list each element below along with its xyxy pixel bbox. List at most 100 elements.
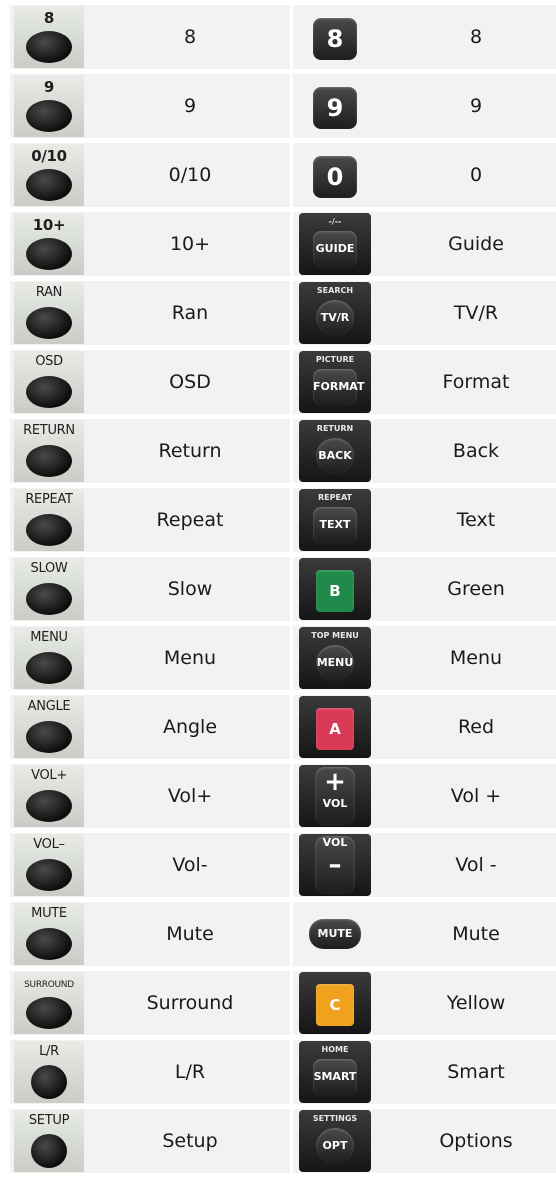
remote-key-icon: B bbox=[316, 570, 354, 612]
right-remote-cell: TOP MENU MENU Menu bbox=[293, 626, 556, 690]
remote-key-icon: SMART bbox=[313, 1059, 357, 1095]
button-mapping-table: 8 8 8 8 9 9 9 9 0/10 0/10 0 0 10+ 10+ -/-- GUIDE Guide RA… bbox=[10, 5, 556, 1178]
right-button-caption: SETTINGS bbox=[312, 1114, 358, 1123]
right-remote-cell: MUTE Mute bbox=[293, 902, 556, 966]
oval-button-icon bbox=[26, 376, 72, 408]
left-button-label: Vol+ bbox=[167, 785, 213, 807]
left-remote-cell: RETURN Return bbox=[10, 419, 290, 483]
right-button-label: Vol + bbox=[450, 785, 502, 807]
oval-button-icon bbox=[31, 1134, 67, 1168]
left-remote-cell: SURROUND Surround bbox=[10, 971, 290, 1035]
left-button-caption: L/R bbox=[39, 1044, 59, 1059]
right-remote-button-image: 9 bbox=[299, 75, 371, 137]
right-button-label: Guide bbox=[448, 233, 504, 255]
left-button-label: Ran bbox=[171, 302, 209, 324]
right-button-label: Options bbox=[439, 1130, 513, 1152]
oval-button-icon bbox=[26, 928, 72, 960]
left-button-caption: RETURN bbox=[23, 423, 75, 438]
left-remote-button-image: 0/10 bbox=[14, 144, 84, 206]
remote-key-icon: A bbox=[316, 708, 354, 750]
right-button-label: Vol - bbox=[455, 854, 497, 876]
left-button-caption: VOL+ bbox=[31, 768, 67, 783]
right-remote-button-image: 8 bbox=[299, 6, 371, 68]
right-button-label: Text bbox=[456, 509, 496, 531]
left-remote-button-image: 9 bbox=[14, 75, 84, 137]
left-remote-button-image: 10+ bbox=[14, 213, 84, 275]
left-remote-cell: SETUP Setup bbox=[10, 1109, 290, 1173]
right-remote-button-image: 0 bbox=[299, 144, 371, 206]
left-remote-cell: VOL– Vol- bbox=[10, 833, 290, 897]
left-button-label: Angle bbox=[162, 716, 218, 738]
remote-key-icon: VOL – bbox=[315, 836, 355, 894]
remote-key-icon: 9 bbox=[313, 87, 357, 129]
left-button-caption: MENU bbox=[30, 630, 68, 645]
remote-key-icon: + VOL bbox=[315, 767, 355, 825]
left-remote-button-image: VOL– bbox=[14, 834, 84, 896]
oval-button-icon bbox=[31, 1065, 67, 1099]
left-remote-cell: 10+ 10+ bbox=[10, 212, 290, 276]
right-remote-cell: SEARCH TV/R TV/R bbox=[293, 281, 556, 345]
right-remote-cell: 99 bbox=[293, 74, 556, 138]
vol-sign: – bbox=[328, 850, 342, 880]
left-button-caption: ANGLE bbox=[27, 699, 71, 714]
left-button-caption: SURROUND bbox=[24, 980, 74, 990]
right-remote-button-image: PICTURE FORMAT bbox=[299, 351, 371, 413]
left-button-caption: SETUP bbox=[28, 1113, 70, 1128]
oval-button-icon bbox=[26, 31, 72, 63]
right-button-label: Back bbox=[452, 440, 500, 462]
oval-button-icon bbox=[26, 169, 72, 201]
right-remote-button-image: MUTE bbox=[299, 903, 371, 965]
left-remote-cell: 0/10 0/10 bbox=[10, 143, 290, 207]
right-remote-button-image: -/-- GUIDE bbox=[299, 213, 371, 275]
left-button-label: Setup bbox=[162, 1130, 218, 1152]
oval-button-icon bbox=[26, 583, 72, 615]
right-remote-cell: REPEAT TEXT Text bbox=[293, 488, 556, 552]
oval-button-icon bbox=[26, 445, 72, 477]
left-button-caption: MUTE bbox=[31, 906, 67, 921]
right-remote-button-image: HOME SMART bbox=[299, 1041, 371, 1103]
oval-button-icon bbox=[26, 997, 72, 1029]
remote-key-icon: TEXT bbox=[313, 507, 357, 543]
right-remote-button-image: SEARCH TV/R bbox=[299, 282, 371, 344]
left-remote-button-image: REPEAT bbox=[14, 489, 84, 551]
left-remote-cell: OSD OSD bbox=[10, 350, 290, 414]
left-button-label: 0/10 bbox=[168, 164, 212, 186]
oval-button-icon bbox=[26, 238, 72, 270]
left-remote-button-image: VOL+ bbox=[14, 765, 84, 827]
remote-key-icon: MUTE bbox=[309, 919, 361, 949]
oval-button-icon bbox=[26, 307, 72, 339]
oval-button-icon bbox=[26, 514, 72, 546]
right-remote-button-image: C bbox=[299, 972, 371, 1034]
left-button-label: Mute bbox=[166, 923, 214, 945]
left-button-caption: RAN bbox=[35, 285, 63, 300]
right-button-label: Menu bbox=[449, 647, 503, 669]
left-remote-button-image: ANGLE bbox=[14, 696, 84, 758]
right-button-caption: RETURN bbox=[316, 424, 354, 433]
right-button-caption: HOME bbox=[321, 1045, 349, 1054]
right-remote-button-image: SETTINGS OPT bbox=[299, 1110, 371, 1172]
oval-button-icon bbox=[26, 721, 72, 753]
left-remote-cell: RAN Ran bbox=[10, 281, 290, 345]
right-button-label: 0 bbox=[469, 164, 483, 186]
right-remote-button-image: TOP MENU MENU bbox=[299, 627, 371, 689]
right-remote-cell: -/-- GUIDE Guide bbox=[293, 212, 556, 276]
left-button-label: Vol- bbox=[172, 854, 208, 876]
vol-caption: VOL bbox=[322, 797, 348, 810]
right-button-label: Yellow bbox=[446, 992, 506, 1014]
oval-button-icon bbox=[26, 859, 72, 891]
left-remote-cell: SLOW Slow bbox=[10, 557, 290, 621]
vol-caption: VOL bbox=[322, 836, 348, 849]
right-remote-button-image: B bbox=[299, 558, 371, 620]
right-remote-cell: VOL – Vol - bbox=[293, 833, 556, 897]
right-remote-cell: 88 bbox=[293, 5, 556, 69]
right-button-label: 8 bbox=[469, 26, 483, 48]
left-button-label: L/R bbox=[174, 1061, 206, 1083]
left-button-label: Surround bbox=[146, 992, 234, 1014]
right-button-label: Red bbox=[457, 716, 495, 738]
vol-sign: + bbox=[324, 767, 346, 797]
left-button-label: Menu bbox=[163, 647, 217, 669]
left-remote-button-image: RAN bbox=[14, 282, 84, 344]
remote-key-icon: FORMAT bbox=[313, 369, 364, 405]
left-button-caption: SLOW bbox=[30, 561, 68, 576]
oval-button-icon bbox=[26, 100, 72, 132]
